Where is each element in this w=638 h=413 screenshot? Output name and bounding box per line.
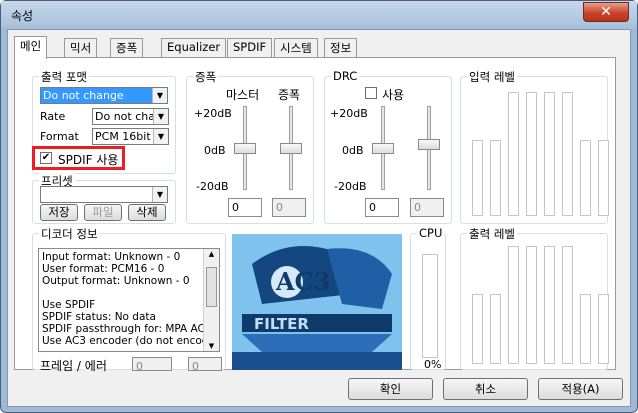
decoder-line: Input format: Unknown - 0 — [42, 251, 181, 263]
decoder-line: User format: PCM16 - 0 — [42, 263, 165, 275]
master-value-field[interactable]: 0 — [228, 198, 262, 217]
level-meter-bar — [490, 294, 501, 364]
gain-group-title: 증폭 — [193, 69, 219, 85]
master-label: 마스터 — [226, 88, 260, 102]
preset-combo[interactable]: ▼ — [40, 186, 168, 203]
cancel-button[interactable]: 취소 — [443, 378, 528, 400]
chevron-down-icon[interactable]: ▼ — [152, 88, 167, 103]
output-level-title: 출력 레벨 — [467, 226, 517, 242]
frames-errors-label: 프레임 / 에러 — [40, 359, 107, 373]
gain-value-field[interactable]: 0 — [272, 198, 306, 217]
level-meter-bar — [562, 246, 573, 364]
tab-main[interactable]: 메인 — [14, 36, 48, 59]
highlight-box — [32, 146, 125, 170]
decoder-line: Use SPDIF — [42, 299, 96, 311]
level-meter-bar — [598, 140, 609, 216]
ac3-filter-logo: AC3 FILTER — [232, 234, 402, 370]
chevron-down-icon[interactable]: ▼ — [153, 109, 168, 124]
rate-label: Rate — [40, 110, 66, 123]
drc-value-field[interactable]: 0 — [365, 198, 399, 217]
level-meter-bar — [598, 294, 609, 364]
level-meter-bar — [544, 92, 555, 216]
chevron-down-icon[interactable]: ▼ — [153, 129, 168, 144]
format-combo-value: PCM 16bit — [95, 130, 151, 143]
drc-power-slider-thumb[interactable] — [418, 139, 440, 150]
decoder-scrollbar[interactable]: ▲ ▼ — [203, 249, 219, 351]
format-label: Format — [40, 130, 79, 143]
scroll-up-icon[interactable]: ▲ — [205, 250, 218, 258]
level-meter-bar — [508, 246, 519, 364]
chevron-down-icon[interactable]: ▼ — [152, 187, 167, 202]
preset-file-button[interactable]: 파일 — [84, 204, 122, 221]
decoder-info-title: 디코더 정보 — [39, 226, 100, 242]
tab-system[interactable]: 시스템 — [274, 38, 318, 58]
decoder-info-text[interactable]: Input format: Unknown - 0 User format: P… — [38, 248, 220, 352]
drc-use-label: 사용 — [382, 88, 405, 102]
tab-equalizer[interactable]: Equalizer — [161, 38, 227, 58]
drc-plus20-label: +20dB — [330, 107, 368, 120]
close-button[interactable]: ✕ — [583, 2, 629, 22]
preset-save-button[interactable]: 저장 — [40, 204, 78, 221]
level-meter-bar — [526, 246, 537, 364]
cpu-title: CPU — [417, 226, 445, 240]
decoder-line: Output format: Unknown - 0 — [42, 275, 190, 287]
output-format-title: 출력 포맷 — [39, 69, 89, 85]
drc-slider-thumb[interactable] — [372, 143, 394, 154]
tab-info[interactable]: 정보 — [324, 38, 358, 58]
errors-field: 0 — [188, 357, 222, 373]
level-meter-bar — [544, 246, 555, 364]
drc-power-value-field[interactable]: 0 — [410, 198, 444, 217]
level-meter-bar — [562, 92, 573, 216]
ship-logo-icon: AC3 FILTER — [232, 234, 402, 370]
drc-minus20-label: -20dB — [334, 180, 367, 193]
logo-text: AC3 — [275, 267, 330, 296]
tab-gain[interactable]: 증폭 — [110, 38, 144, 58]
apply-button[interactable]: 적용(A) — [538, 378, 623, 400]
level-meter-bar — [490, 140, 501, 216]
preset-delete-button[interactable]: 삭제 — [128, 204, 166, 221]
title-bar[interactable]: 속성 ✕ — [1, 1, 637, 29]
window-title: 속성 — [11, 9, 34, 23]
level-meter-bar — [472, 140, 483, 216]
drc-0-label: 0dB — [342, 144, 364, 157]
scroll-thumb[interactable] — [206, 267, 217, 307]
drc-use-checkbox[interactable] — [365, 87, 377, 99]
format-combo[interactable]: PCM 16bit ▼ — [92, 128, 169, 145]
decoder-line: Use AC3 encoder (do not encod — [42, 335, 209, 347]
decoder-line: SPDIF status: No data — [42, 311, 156, 323]
output-format-combo[interactable]: Do not change ▼ — [40, 87, 168, 104]
gain-slider-thumb[interactable] — [280, 143, 302, 154]
cpu-value: 0% — [424, 358, 442, 371]
gain-0-label: 0dB — [204, 144, 226, 157]
master-slider-thumb[interactable] — [234, 143, 256, 154]
output-format-combo-value: Do not change — [43, 89, 124, 102]
tab-mixer[interactable]: 믹서 — [64, 38, 98, 58]
tab-spdif[interactable]: SPDIF — [227, 38, 273, 58]
gain-plus20-label: +20dB — [194, 107, 232, 120]
level-meter-bar — [580, 294, 591, 364]
ok-button[interactable]: 확인 — [348, 378, 433, 400]
scroll-down-icon[interactable]: ▼ — [205, 342, 218, 350]
rate-combo[interactable]: Do not char ▼ — [92, 108, 169, 125]
cpu-meter — [422, 254, 438, 358]
frames-field: 0 — [132, 357, 172, 373]
gain-minus20-label: -20dB — [196, 180, 229, 193]
level-meter-bar — [526, 92, 537, 216]
level-meter-bar — [580, 140, 591, 216]
drc-group-title: DRC — [331, 69, 360, 83]
level-meter-bar — [472, 294, 483, 364]
gain-label: 증폭 — [278, 88, 301, 102]
decoder-line: SPDIF passthrough for: MPA AC — [42, 323, 205, 335]
level-meter-bar — [508, 92, 519, 216]
logo-subtext: FILTER — [254, 315, 309, 333]
rate-combo-value: Do not char — [95, 110, 160, 123]
input-level-title: 입력 레벨 — [467, 69, 517, 85]
